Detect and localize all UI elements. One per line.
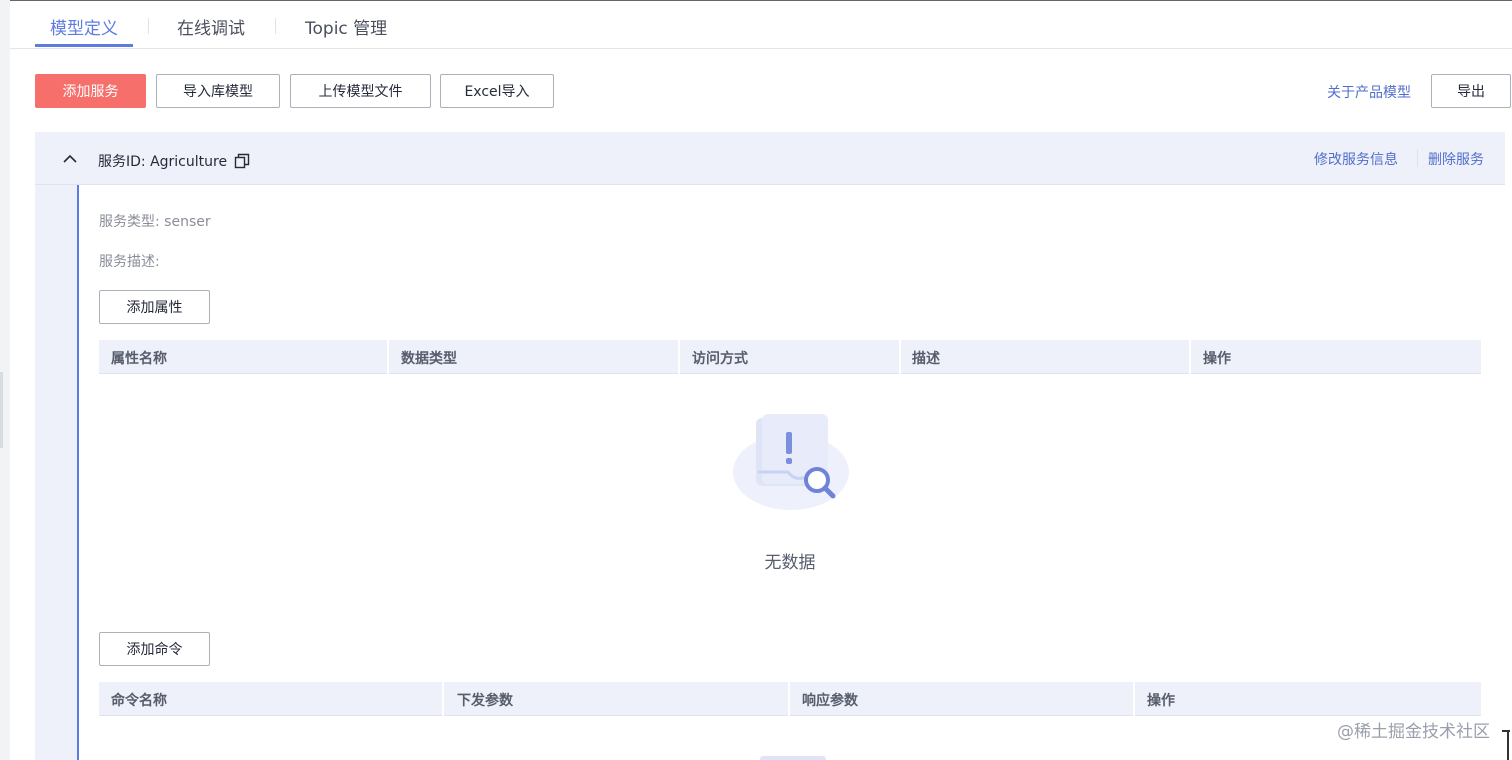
column-header-access-mode[interactable]: 访问方式 [692, 348, 748, 368]
column-header-data-type[interactable]: 数据类型 [401, 348, 457, 368]
export-button[interactable]: 导出 [1431, 74, 1511, 108]
column-header-request-params[interactable]: 下发参数 [457, 690, 513, 710]
text-cursor-icon-cap [1502, 730, 1510, 732]
commands-table-header: 命令名称 下发参数 响应参数 操作 [99, 682, 1481, 716]
column-separator [788, 682, 790, 716]
service-id-title: 服务ID: Agriculture [98, 154, 228, 170]
service-description-text: 服务描述: [99, 254, 160, 270]
column-header-actions[interactable]: 操作 [1203, 348, 1231, 368]
text-cursor-icon [1507, 730, 1509, 760]
column-header-property-name[interactable]: 属性名称 [111, 348, 167, 368]
properties-table-header: 属性名称 数据类型 访问方式 描述 操作 [99, 340, 1481, 374]
about-product-model-link[interactable]: 关于产品模型 [1327, 82, 1411, 102]
column-separator [1133, 682, 1135, 716]
service-type-text: 服务类型: senser [99, 214, 211, 230]
column-separator [442, 682, 444, 716]
import-library-model-button[interactable]: 导入库模型 [156, 74, 280, 108]
left-edge-handle [0, 372, 3, 448]
tab-model-definition[interactable]: 模型定义 [50, 14, 118, 39]
no-data-illustration-icon [733, 414, 849, 510]
service-panel-gutter [35, 185, 77, 760]
tab-topic-management[interactable]: Topic 管理 [305, 14, 387, 39]
commands-empty-illustration-icon [760, 756, 826, 760]
no-data-text: 无数据 [764, 553, 816, 573]
add-property-button[interactable]: 添加属性 [99, 290, 210, 324]
column-header-description[interactable]: 描述 [912, 348, 940, 368]
column-separator [387, 340, 389, 374]
upload-model-file-button[interactable]: 上传模型文件 [290, 74, 431, 108]
column-separator [899, 340, 901, 374]
column-header-command-name[interactable]: 命令名称 [111, 690, 167, 710]
service-panel-accent-bar [77, 185, 79, 760]
edit-service-info-link[interactable]: 修改服务信息 [1314, 149, 1398, 169]
watermark-text: @稀土掘金技术社区 [1337, 722, 1490, 742]
tab-separator [148, 18, 149, 34]
service-header[interactable]: 服务ID: Agriculture 修改服务信息 删除服务 [35, 132, 1505, 185]
active-tab-indicator [35, 44, 133, 47]
add-command-button[interactable]: 添加命令 [99, 632, 210, 666]
tab-bar: 模型定义 在线调试 Topic 管理 [10, 0, 1512, 49]
excel-import-button[interactable]: Excel导入 [440, 74, 554, 108]
column-separator [1189, 340, 1191, 374]
column-separator [678, 340, 680, 374]
tab-separator [275, 18, 276, 34]
column-header-command-actions[interactable]: 操作 [1147, 690, 1175, 710]
tab-online-debug[interactable]: 在线调试 [177, 14, 245, 39]
chevron-up-icon[interactable] [62, 151, 78, 167]
header-link-separator [1417, 149, 1418, 167]
copy-icon[interactable] [234, 153, 250, 169]
column-header-response-params[interactable]: 响应参数 [802, 690, 858, 710]
delete-service-link[interactable]: 删除服务 [1428, 149, 1484, 169]
add-service-button[interactable]: 添加服务 [35, 74, 146, 108]
